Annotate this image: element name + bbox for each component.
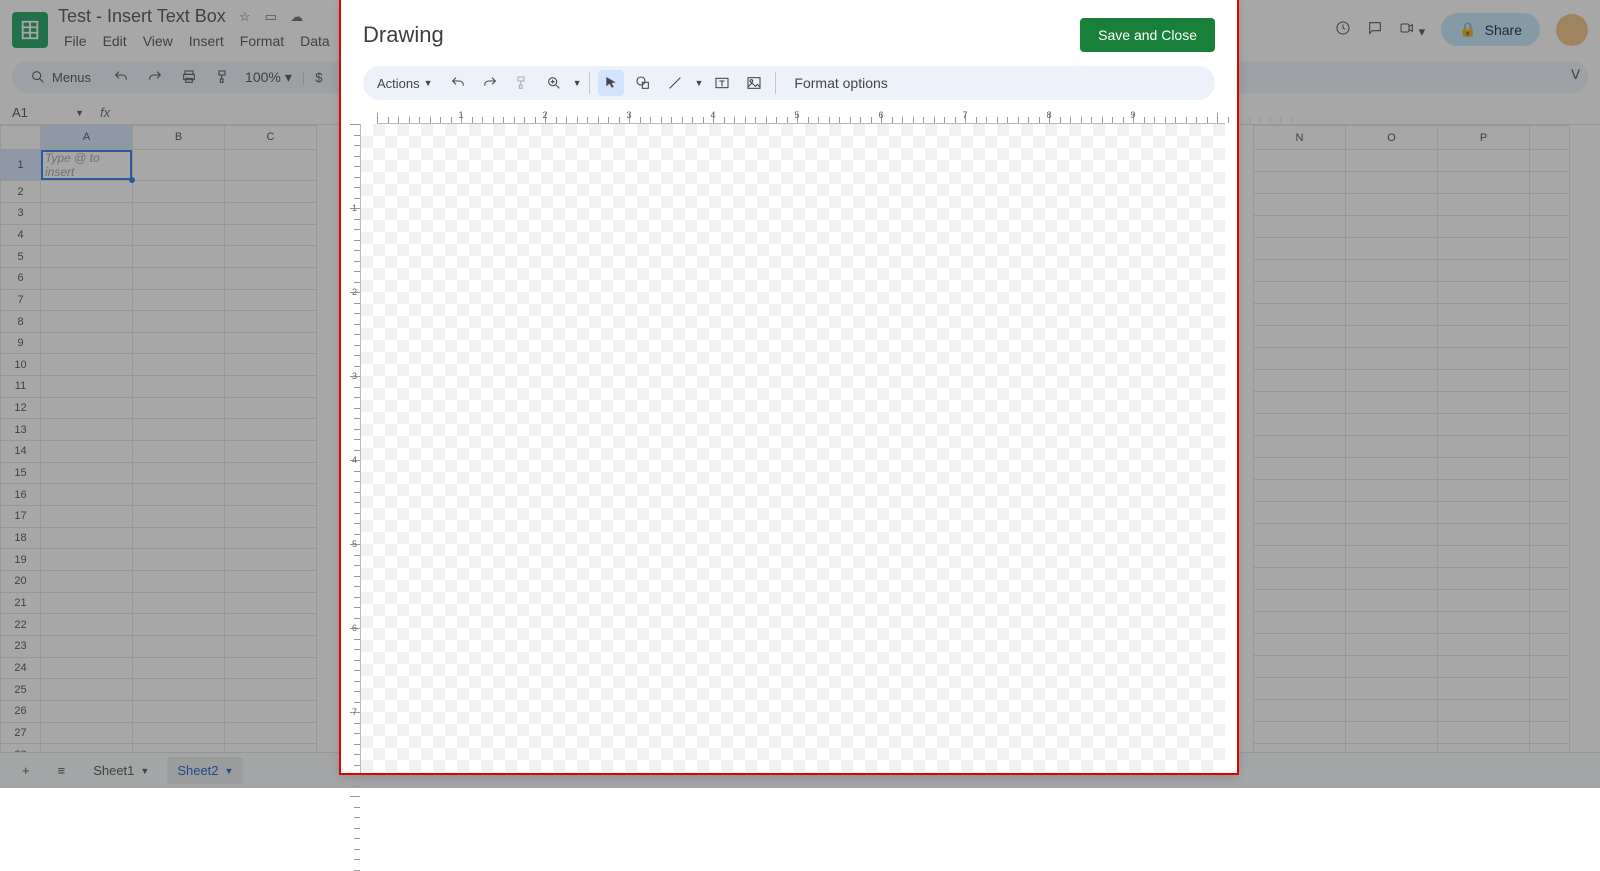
horizontal-ruler: 123456789 (377, 108, 1225, 124)
undo-icon[interactable] (445, 70, 471, 96)
drawing-toolbar: Actions▼ ▼ ▼ Format options (363, 66, 1215, 100)
separator (775, 72, 776, 94)
image-tool-icon[interactable] (741, 70, 767, 96)
separator (589, 72, 590, 94)
shape-tool-icon[interactable] (630, 70, 656, 96)
zoom-dropdown-icon[interactable]: ▼ (573, 78, 582, 88)
format-options-button[interactable]: Format options (794, 75, 887, 91)
drawing-modal: Drawing Save and Close Actions▼ ▼ ▼ Form… (341, 0, 1237, 773)
redo-icon[interactable] (477, 70, 503, 96)
save-and-close-button[interactable]: Save and Close (1080, 18, 1215, 52)
line-dropdown-icon[interactable]: ▼ (694, 78, 703, 88)
text-box-tool-icon[interactable] (709, 70, 735, 96)
drawing-title: Drawing (363, 22, 444, 48)
vertical-ruler: 1234567 (345, 124, 361, 773)
select-tool-icon[interactable] (598, 70, 624, 96)
line-tool-icon[interactable] (662, 70, 688, 96)
paint-format-icon[interactable] (509, 70, 535, 96)
actions-label: Actions (377, 76, 420, 91)
zoom-icon[interactable] (541, 70, 567, 96)
drawing-canvas-area: 123456789 1234567 (345, 108, 1225, 773)
actions-dropdown[interactable]: Actions▼ (371, 72, 439, 95)
drawing-canvas[interactable] (361, 124, 1225, 773)
